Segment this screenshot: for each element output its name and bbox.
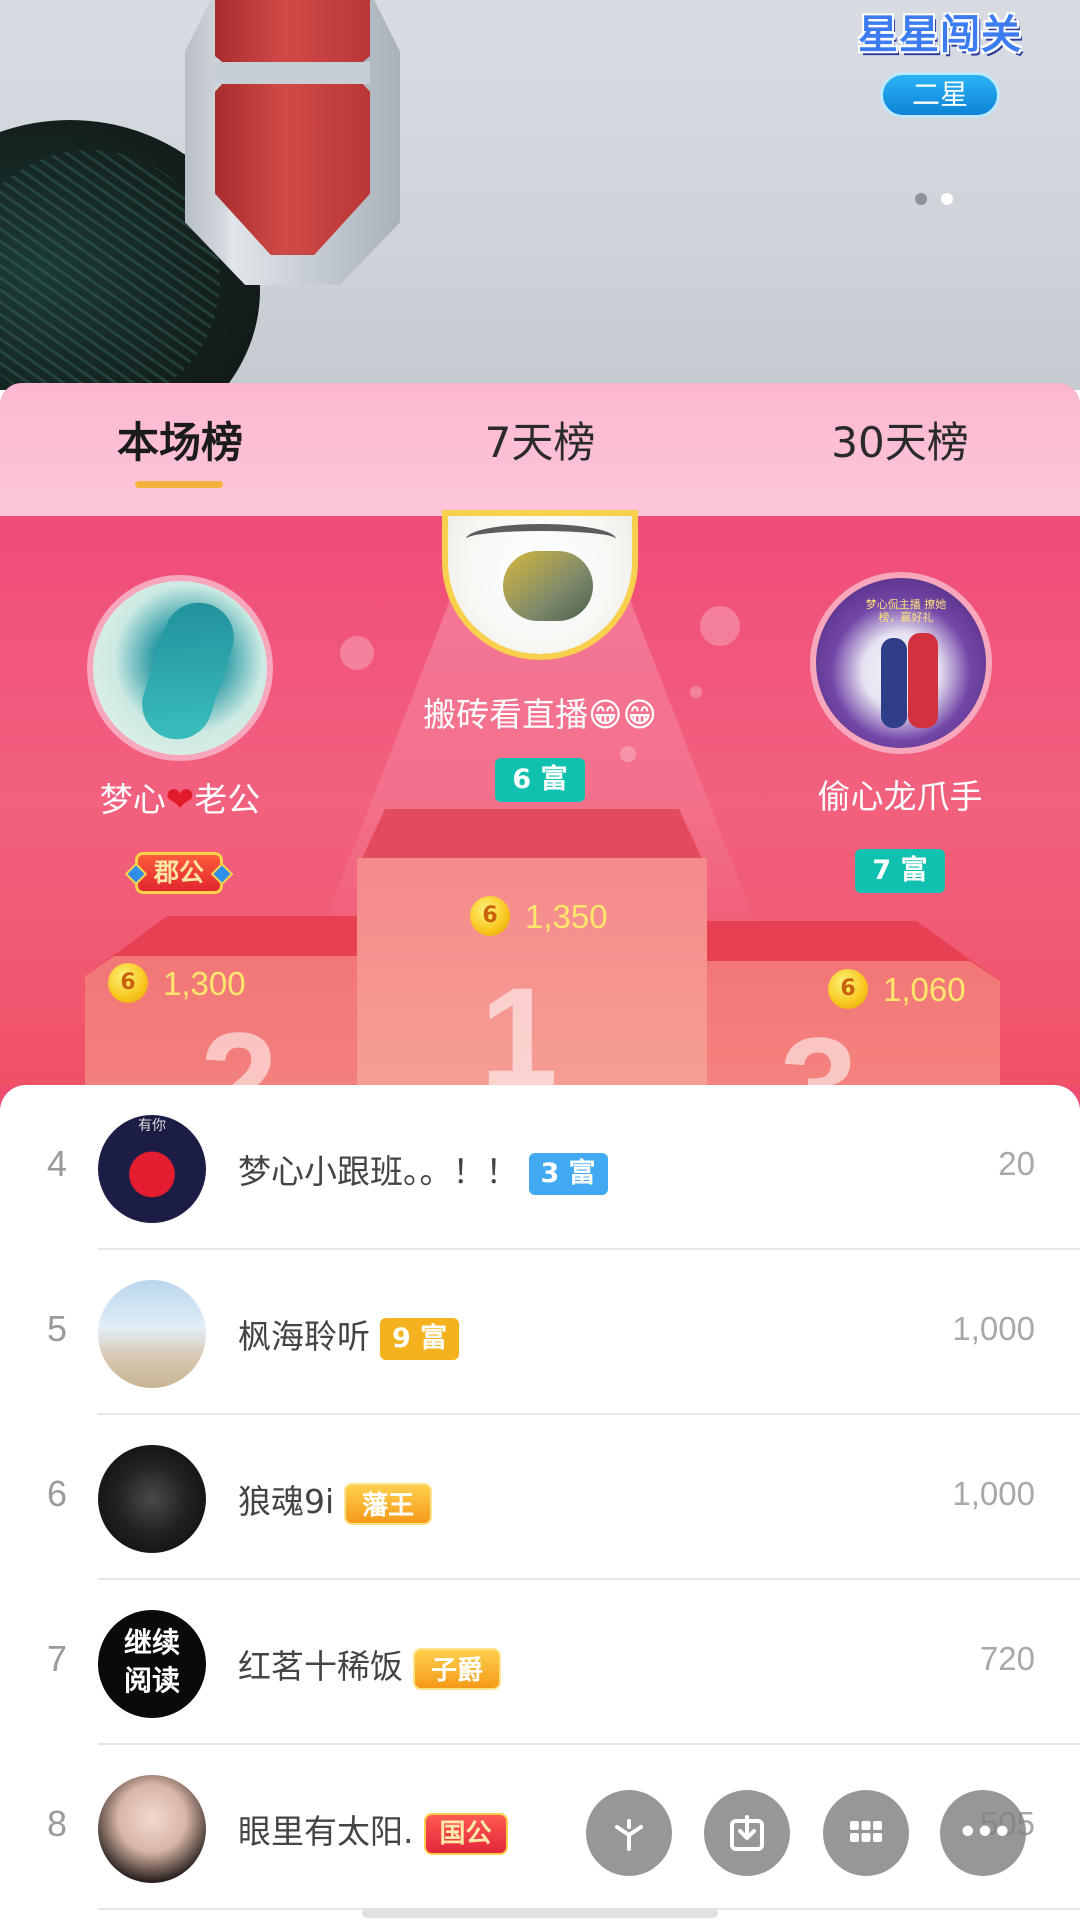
coin-icon: 6 [108, 963, 148, 1003]
download-icon [730, 1815, 764, 1851]
podium-number-second: 2 [200, 1003, 278, 1086]
dragon-avatar[interactable] [87, 575, 273, 761]
list-item[interactable]: 4 有你 梦心小跟班。。！！ 3 富 20 [0, 1085, 1080, 1250]
rank-number: 8 [46, 1803, 68, 1844]
noble-title-badge: 国公 [423, 1812, 508, 1855]
second-place-score: 1,300 [163, 965, 246, 1002]
list-item-score: 720 [979, 1640, 1035, 1677]
download-button[interactable] [704, 1790, 790, 1876]
list-item-name: 枫海聆听 9 富 [238, 1310, 460, 1360]
rank-number: 4 [46, 1143, 68, 1184]
rich-level-badge: 3 富 [528, 1152, 608, 1195]
first-place-rich-badge: 6 富 [495, 758, 585, 802]
more-button[interactable]: ••• [940, 1790, 1026, 1876]
list-item-score: 20 [998, 1145, 1035, 1182]
third-place-name[interactable]: 偷心龙爪手 [790, 770, 1010, 818]
tab-7-days[interactable]: 7天榜 [455, 409, 625, 469]
star-challenge-badge[interactable]: 星星闯关 二星 [845, 0, 1035, 120]
list-item[interactable]: 8 眼里有太阳.国公 505 [0, 1745, 1080, 1910]
beach-couple-avatar[interactable] [98, 1280, 206, 1388]
pager-dot-active [941, 193, 953, 205]
heart-avatar[interactable]: 有你 [98, 1115, 206, 1223]
grid-menu-button[interactable] [823, 1790, 909, 1876]
couple-avatar[interactable]: 梦心侃主播 撩她榜，赢好礼 [810, 572, 992, 754]
grid-icon [850, 1821, 882, 1842]
list-item[interactable]: 6 狼魂9i 藩王 1,000 [0, 1415, 1080, 1580]
share-icon [615, 1819, 643, 1851]
rank-number: 6 [46, 1473, 68, 1514]
banner-pager [915, 190, 967, 209]
podium-number-third: 3 [780, 1006, 858, 1086]
coin-icon: 6 [470, 896, 510, 936]
coin-icon: 6 [828, 969, 868, 1009]
list-item[interactable]: 5 枫海聆听 9 富 1,000 [0, 1250, 1080, 1415]
active-tab-indicator [135, 481, 223, 488]
pager-dot [915, 193, 927, 205]
rank-number: 5 [46, 1308, 68, 1349]
noble-title-badge: 藩王 [344, 1482, 433, 1525]
share-button[interactable] [586, 1790, 672, 1876]
list-item-name: 梦心小跟班。。！！ 3 富 [238, 1145, 608, 1195]
heart-icon: ❤ [165, 780, 195, 820]
avatar-caption: 梦心侃主播 撩她榜，赢好礼 [865, 598, 947, 624]
star-level-pill: 二星 [880, 72, 1000, 118]
tab-this-session[interactable]: 本场榜 [95, 409, 265, 469]
more-icon: ••• [957, 1812, 1013, 1853]
second-place-title-badge: 郡公 [135, 852, 223, 894]
wolf-avatar[interactable] [98, 1445, 206, 1553]
list-item-name: 狼魂9i 藩王 [238, 1475, 433, 1525]
text-avatar[interactable]: 继续阅读 [98, 1610, 206, 1718]
noble-title-badge: 子爵 [413, 1647, 502, 1690]
live-video-background: 星星闯关 二星 [0, 0, 1080, 390]
girl-avatar[interactable] [98, 1775, 206, 1883]
podium-number-first: 1 [480, 958, 558, 1086]
third-place-score: 1,060 [883, 971, 966, 1008]
tab-30-days[interactable]: 30天榜 [815, 409, 985, 469]
third-place-rich-badge: 7 富 [855, 849, 945, 893]
list-item-name: 红茗十稀饭 子爵 [238, 1640, 502, 1690]
list-item-name: 眼里有太阳. 国公 [238, 1805, 508, 1855]
star-challenge-title: 星星闯关 [858, 12, 1022, 58]
list-item-score: 1,000 [952, 1310, 1035, 1347]
list-item[interactable]: 7 继续阅读 红茗十稀饭 子爵 720 [0, 1580, 1080, 1745]
first-place-name[interactable]: 搬砖看直播😁😁 [370, 688, 710, 736]
list-item-score: 1,000 [952, 1475, 1035, 1512]
rank-number: 7 [46, 1638, 68, 1679]
second-place-name[interactable]: 梦心❤老公 [60, 773, 300, 821]
rich-level-badge: 9 富 [380, 1317, 460, 1360]
first-place-score: 1,350 [525, 898, 608, 935]
ranking-list: 4 有你 梦心小跟班。。！！ 3 富 20 5 枫海聆听 9 富 1,000 6 狼… [0, 1085, 1080, 1920]
home-indicator [362, 1908, 718, 1918]
ranking-tab-bar: 本场榜 7天榜 30天榜 [0, 383, 1080, 516]
